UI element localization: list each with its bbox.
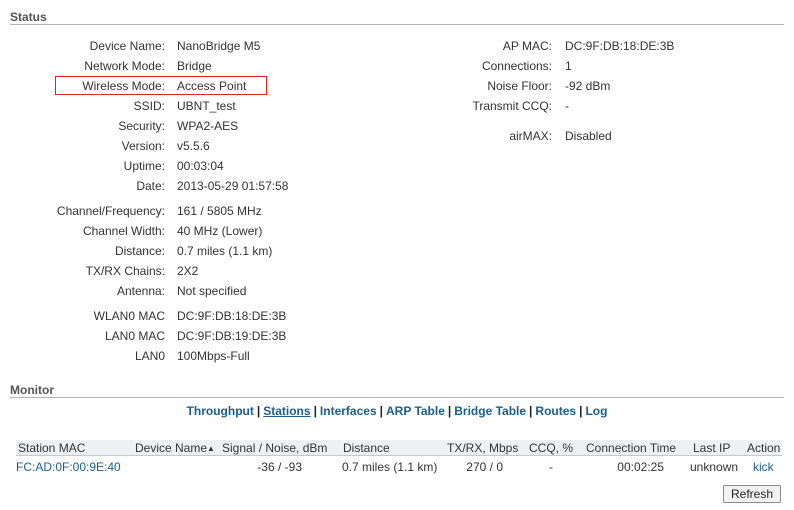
status-label: Channel/Frequency: — [56, 204, 165, 218]
status-value: DC:9F:DB:18:DE:3B — [177, 309, 287, 323]
status-divider — [10, 24, 784, 25]
station-last-ip: unknown — [690, 460, 739, 474]
column-header-label: Device Name — [135, 441, 208, 455]
column-header-txrx[interactable]: TX/RX, Mbps — [447, 441, 518, 456]
status-label: Channel Width: — [82, 224, 165, 238]
tab-separator: | — [379, 404, 383, 418]
status-value: DC:9F:DB:19:DE:3B — [177, 329, 287, 343]
status-label: WLAN0 MAC — [93, 309, 165, 323]
tab-interfaces[interactable]: Interfaces — [320, 404, 377, 418]
status-value: 2X2 — [177, 264, 199, 278]
kick-link[interactable]: kick — [753, 460, 774, 475]
tab-separator: | — [256, 404, 261, 418]
station-distance: 0.7 miles (1.1 km) — [342, 460, 438, 474]
tab-routes[interactable]: Routes — [535, 404, 576, 418]
status-value: 161 / 5805 MHz — [177, 204, 262, 218]
status-label: Distance: — [114, 244, 165, 258]
station-signal-noise: -36 / -93 — [257, 460, 302, 474]
status-label: Uptime: — [123, 159, 165, 173]
monitor-divider — [10, 397, 784, 398]
status-section-title: Status — [10, 10, 47, 24]
column-header-connection-time[interactable]: Connection Time — [586, 441, 676, 456]
monitor-section-title: Monitor — [10, 383, 54, 397]
status-value: 2013-05-29 01:57:58 — [177, 179, 289, 193]
tab-separator: | — [529, 404, 533, 418]
station-connection-time: 00:02:25 — [617, 460, 664, 474]
status-label: Date: — [136, 179, 165, 193]
status-value: Disabled — [565, 129, 612, 143]
tab-log[interactable]: Log — [585, 404, 607, 418]
status-label: airMAX: — [509, 129, 552, 143]
status-value: 0.7 miles (1.1 km) — [177, 244, 273, 258]
column-header-action: Action — [747, 441, 781, 455]
tab-arp-table[interactable]: ARP Table — [386, 404, 445, 418]
status-label: Connections: — [481, 59, 552, 73]
status-value: 40 MHz (Lower) — [177, 224, 263, 238]
column-header-last-ip[interactable]: Last IP — [693, 441, 730, 456]
status-value: DC:9F:DB:18:DE:3B — [565, 39, 675, 53]
status-label: TX/RX Chains: — [85, 264, 165, 278]
status-label: Transmit CCQ: — [472, 99, 552, 113]
sort-ascending-icon: ▲ — [207, 444, 215, 453]
tab-separator: | — [447, 404, 452, 418]
refresh-button[interactable]: Refresh — [723, 485, 781, 503]
status-value: 1 — [565, 59, 572, 73]
status-value: 100Mbps-Full — [177, 349, 250, 363]
status-value: - — [565, 99, 569, 113]
status-value: 00:03:04 — [177, 159, 224, 173]
status-label: LAN0 — [134, 349, 165, 363]
tab-stations[interactable]: Stations — [263, 404, 310, 418]
status-value: -92 dBm — [565, 79, 611, 93]
column-header-station-mac[interactable]: Station MAC — [18, 441, 85, 456]
column-header-signal-noise[interactable]: Signal / Noise, dBm — [222, 441, 327, 456]
tab-throughput[interactable]: Throughput — [187, 404, 254, 418]
station-txrx: 270 / 0 — [466, 460, 503, 474]
column-header-device-name[interactable]: Device Name▲ — [135, 441, 215, 456]
status-label: Antenna: — [116, 284, 165, 298]
status-value: Not specified — [177, 284, 247, 298]
monitor-tabs: Throughput | Stations | Interfaces | ARP Table… — [0, 403, 794, 419]
status-label: Noise Floor: — [487, 79, 552, 93]
column-header-distance[interactable]: Distance — [343, 441, 390, 456]
tab-bridge-table[interactable]: Bridge Table — [454, 404, 526, 418]
tab-separator: | — [313, 404, 317, 418]
station-ccq: - — [549, 460, 553, 474]
station-mac-link[interactable]: FC:AD:0F:00:9E:40 — [16, 460, 121, 475]
status-label: AP MAC: — [502, 39, 552, 53]
status-label: LAN0 MAC — [104, 329, 165, 343]
column-header-ccq[interactable]: CCQ, % — [529, 441, 573, 456]
